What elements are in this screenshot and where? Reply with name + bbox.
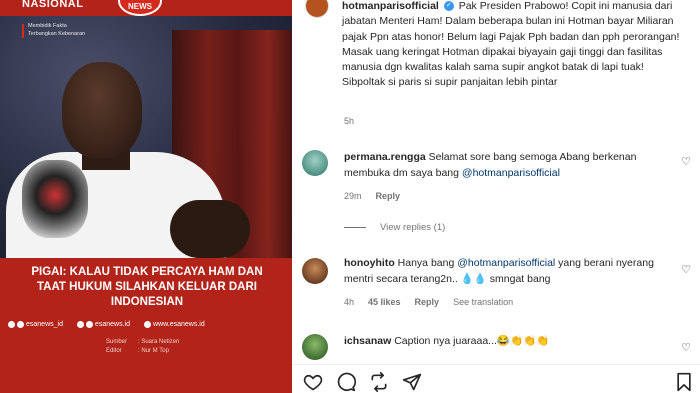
post-caption: hotmanparisofficial ✓ Pak Presiden Prabo…	[342, 0, 687, 91]
social-handle-2: esanews.id	[76, 321, 130, 328]
like-heart-icon[interactable]: ♡	[680, 264, 692, 276]
comment-meta: 4h 45 likes Reply See translation	[344, 297, 513, 307]
caption-body: Pak Presiden Prabowo! Copit ini manusia …	[342, 0, 680, 89]
comments-panel[interactable]: hotmanparisofficial ✓ Pak Presiden Prabo…	[292, 0, 700, 393]
share-icon[interactable]	[369, 372, 389, 392]
credits: Sumber: Suara Netizen Editor: Nur M Top	[106, 339, 180, 354]
avatar[interactable]	[302, 334, 328, 360]
post-action-bar	[292, 364, 700, 393]
caption-timestamp: 5h	[344, 116, 355, 126]
social-icon	[76, 321, 84, 328]
brand-name: NASIONAL	[22, 0, 84, 10]
tagline: Membidik Fakta Terbangkan Kebenaran	[28, 23, 86, 37]
comment-timestamp: 4h	[344, 297, 355, 307]
comment-username[interactable]: ichsanaw	[344, 335, 391, 347]
mention-link[interactable]: @hotmanparisofficial	[457, 257, 555, 269]
person-arm	[170, 200, 250, 258]
verified-badge-icon: ✓	[443, 1, 454, 12]
bookmark-icon[interactable]	[674, 372, 694, 392]
social-handles: esanews_id esanews.id www.esanews.id	[8, 321, 288, 328]
comment-timestamp: 29m	[344, 191, 362, 201]
heart-icon[interactable]	[303, 372, 323, 392]
likes-count[interactable]: 45 likes	[368, 297, 401, 307]
see-translation-link[interactable]: See translation	[453, 297, 513, 307]
avatar[interactable]	[302, 258, 328, 284]
caption-username[interactable]: hotmanparisofficial	[342, 0, 439, 12]
comment-meta: 29m Reply	[344, 191, 400, 201]
avatar[interactable]	[305, 0, 329, 18]
globe-icon	[144, 321, 151, 328]
replies-divider	[344, 227, 366, 228]
comment-username[interactable]: permana.rengga	[344, 151, 426, 163]
comment-text: ichsanaw Caption nya juaraaa...😂👏👏👏	[344, 335, 550, 347]
mention-link[interactable]: @hotmanparisofficial	[462, 167, 560, 179]
post-image[interactable]: NASIONAL NEWS Membidik Fakta Terbangkan …	[0, 0, 292, 393]
send-icon[interactable]	[402, 372, 422, 392]
comment-icon[interactable]	[336, 372, 356, 392]
comment-text: honoyhito Hanya bang @hotmanparisofficia…	[344, 257, 654, 285]
social-icon	[17, 321, 24, 328]
brand-header: NASIONAL NEWS	[0, 0, 292, 16]
headline: PIGAI: KALAU TIDAK PERCAYA HAM DAN TAAT …	[31, 266, 263, 308]
view-replies-button[interactable]: View replies (1)	[344, 222, 445, 233]
social-icon	[85, 321, 93, 328]
social-handle-1: esanews_id	[8, 321, 63, 328]
like-heart-icon[interactable]: ♡	[680, 156, 692, 168]
social-icon	[8, 321, 15, 328]
reply-button[interactable]: Reply	[415, 297, 440, 307]
comment-username[interactable]: honoyhito	[344, 257, 395, 269]
tiger-print	[22, 160, 88, 238]
reply-button[interactable]: Reply	[376, 191, 401, 201]
news-logo: NEWS	[118, 0, 162, 16]
avatar[interactable]	[302, 150, 328, 176]
tagline-accent	[22, 24, 24, 38]
person-head	[62, 62, 142, 158]
social-handle-3: www.esanews.id	[144, 321, 205, 328]
like-heart-icon[interactable]: ♡	[680, 342, 692, 354]
comment-text: permana.rengga Selamat sore bang semoga …	[344, 151, 637, 179]
